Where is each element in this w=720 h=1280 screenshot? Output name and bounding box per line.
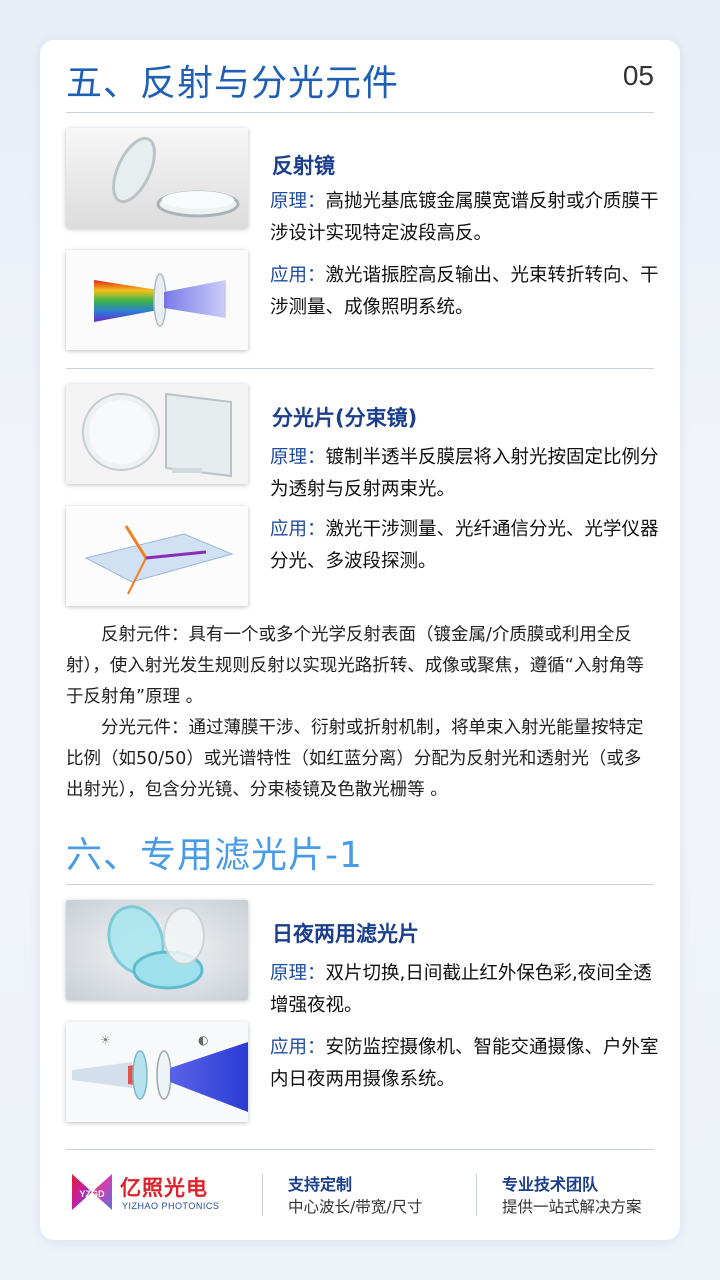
day-night-filter-principle: 原理：双片切换,日间截止红外保色彩,夜间全透增强夜视。 [270, 958, 662, 1022]
beam-splitter-title: 分光片(分束镜) [272, 406, 418, 430]
feature-customization-title: 支持定制 [288, 1175, 353, 1194]
application-label: 应用： [270, 519, 326, 540]
brand-logo-icon: YZGD [66, 1168, 120, 1216]
footer-separator [476, 1174, 477, 1216]
divider [66, 112, 654, 113]
description-reflective: 反射元件：具有一个或多个光学反射表面（镀金属/介质膜或利用全反射），使入射光发生… [66, 625, 644, 707]
section-5-title: 五、反射与分光元件 [66, 63, 400, 104]
day-night-filter-photo [66, 900, 248, 1000]
mirror-spectrum-photo [66, 250, 248, 350]
principle-text: 高抛光基底镀金属膜宽谱反射或介质膜干涉设计实现特定波段高反。 [270, 191, 659, 244]
footer: YZGD 亿照光电 YIZHAO PHOTONICS 支持定制 中心波长/带宽/… [66, 1160, 654, 1230]
feature-team-title: 专业技术团队 [502, 1175, 599, 1194]
description: 反射元件：具有一个或多个光学反射表面（镀金属/介质膜或利用全反射），使入射光发生… [66, 620, 656, 806]
application-text: 安防监控摄像机、智能交通摄像、户外室内日夜两用摄像系统。 [270, 1037, 659, 1090]
brand-name-en: YIZHAO PHOTONICS [122, 1201, 220, 1211]
page-number: 05 [622, 60, 654, 91]
principle-label: 原理： [270, 191, 326, 212]
day-night-filter-title: 日夜两用滤光片 [272, 922, 419, 946]
divider [66, 368, 654, 369]
section-5-header: 五、反射与分光元件 05 [66, 54, 654, 104]
section-6-header: 六、专用滤光片-1 [66, 826, 654, 876]
footer-divider [66, 1149, 654, 1150]
section-6-title: 六、专用滤光片-1 [66, 835, 363, 876]
divider [66, 884, 654, 885]
content-card: 五、反射与分光元件 05 反射镜 原理：高抛光基底镀金属膜宽谱反射或介质膜干涉设… [40, 40, 680, 1240]
beam-splitter-principle: 原理：镀制半透半反膜层将入射光按固定比例分为透射与反射两束光。 [270, 442, 662, 506]
application-label: 应用： [270, 1037, 326, 1058]
beam-splitter-photo [66, 384, 248, 484]
mirror-photo [66, 128, 248, 228]
application-label: 应用： [270, 265, 326, 286]
footer-separator [262, 1174, 263, 1216]
mirror-title: 反射镜 [272, 154, 335, 178]
principle-text: 镀制半透半反膜层将入射光按固定比例分为透射与反射两束光。 [270, 447, 659, 500]
principle-label: 原理： [270, 963, 326, 984]
beam-splitter-diagram [66, 506, 248, 606]
principle-label: 原理： [270, 447, 326, 468]
mirror-application: 应用：激光谐振腔高反输出、光束转折转向、干涉测量、成像照明系统。 [270, 260, 662, 324]
brand-name-cn: 亿照光电 [120, 1176, 208, 1200]
day-night-filter-diagram: ☀ ◐ [66, 1022, 248, 1122]
description-splitting: 分光元件：通过薄膜干涉、衍射或折射机制，将单束入射光能量按特定比例（如50/50… [66, 718, 644, 800]
mirror-principle: 原理：高抛光基底镀金属膜宽谱反射或介质膜干涉设计实现特定波段高反。 [270, 186, 662, 250]
feature-customization: 支持定制 中心波长/带宽/尺寸 [288, 1174, 422, 1218]
svg-text:☀: ☀ [100, 1033, 111, 1047]
beam-splitter-application: 应用：激光干涉测量、光纤通信分光、光学仪器分光、多波段探测。 [270, 514, 662, 578]
logo-badge-text: YZGD [79, 1189, 105, 1199]
application-text: 激光谐振腔高反输出、光束转折转向、干涉测量、成像照明系统。 [270, 265, 659, 318]
day-night-filter-application: 应用：安防监控摄像机、智能交通摄像、户外室内日夜两用摄像系统。 [270, 1032, 662, 1096]
svg-text:◐: ◐ [198, 1033, 208, 1047]
feature-team: 专业技术团队 提供一站式解决方案 [502, 1174, 642, 1218]
principle-text: 双片切换,日间截止红外保色彩,夜间全透增强夜视。 [270, 963, 652, 1016]
feature-team-sub: 提供一站式解决方案 [502, 1198, 642, 1216]
application-text: 激光干涉测量、光纤通信分光、光学仪器分光、多波段探测。 [270, 519, 659, 572]
feature-customization-sub: 中心波长/带宽/尺寸 [288, 1198, 423, 1216]
